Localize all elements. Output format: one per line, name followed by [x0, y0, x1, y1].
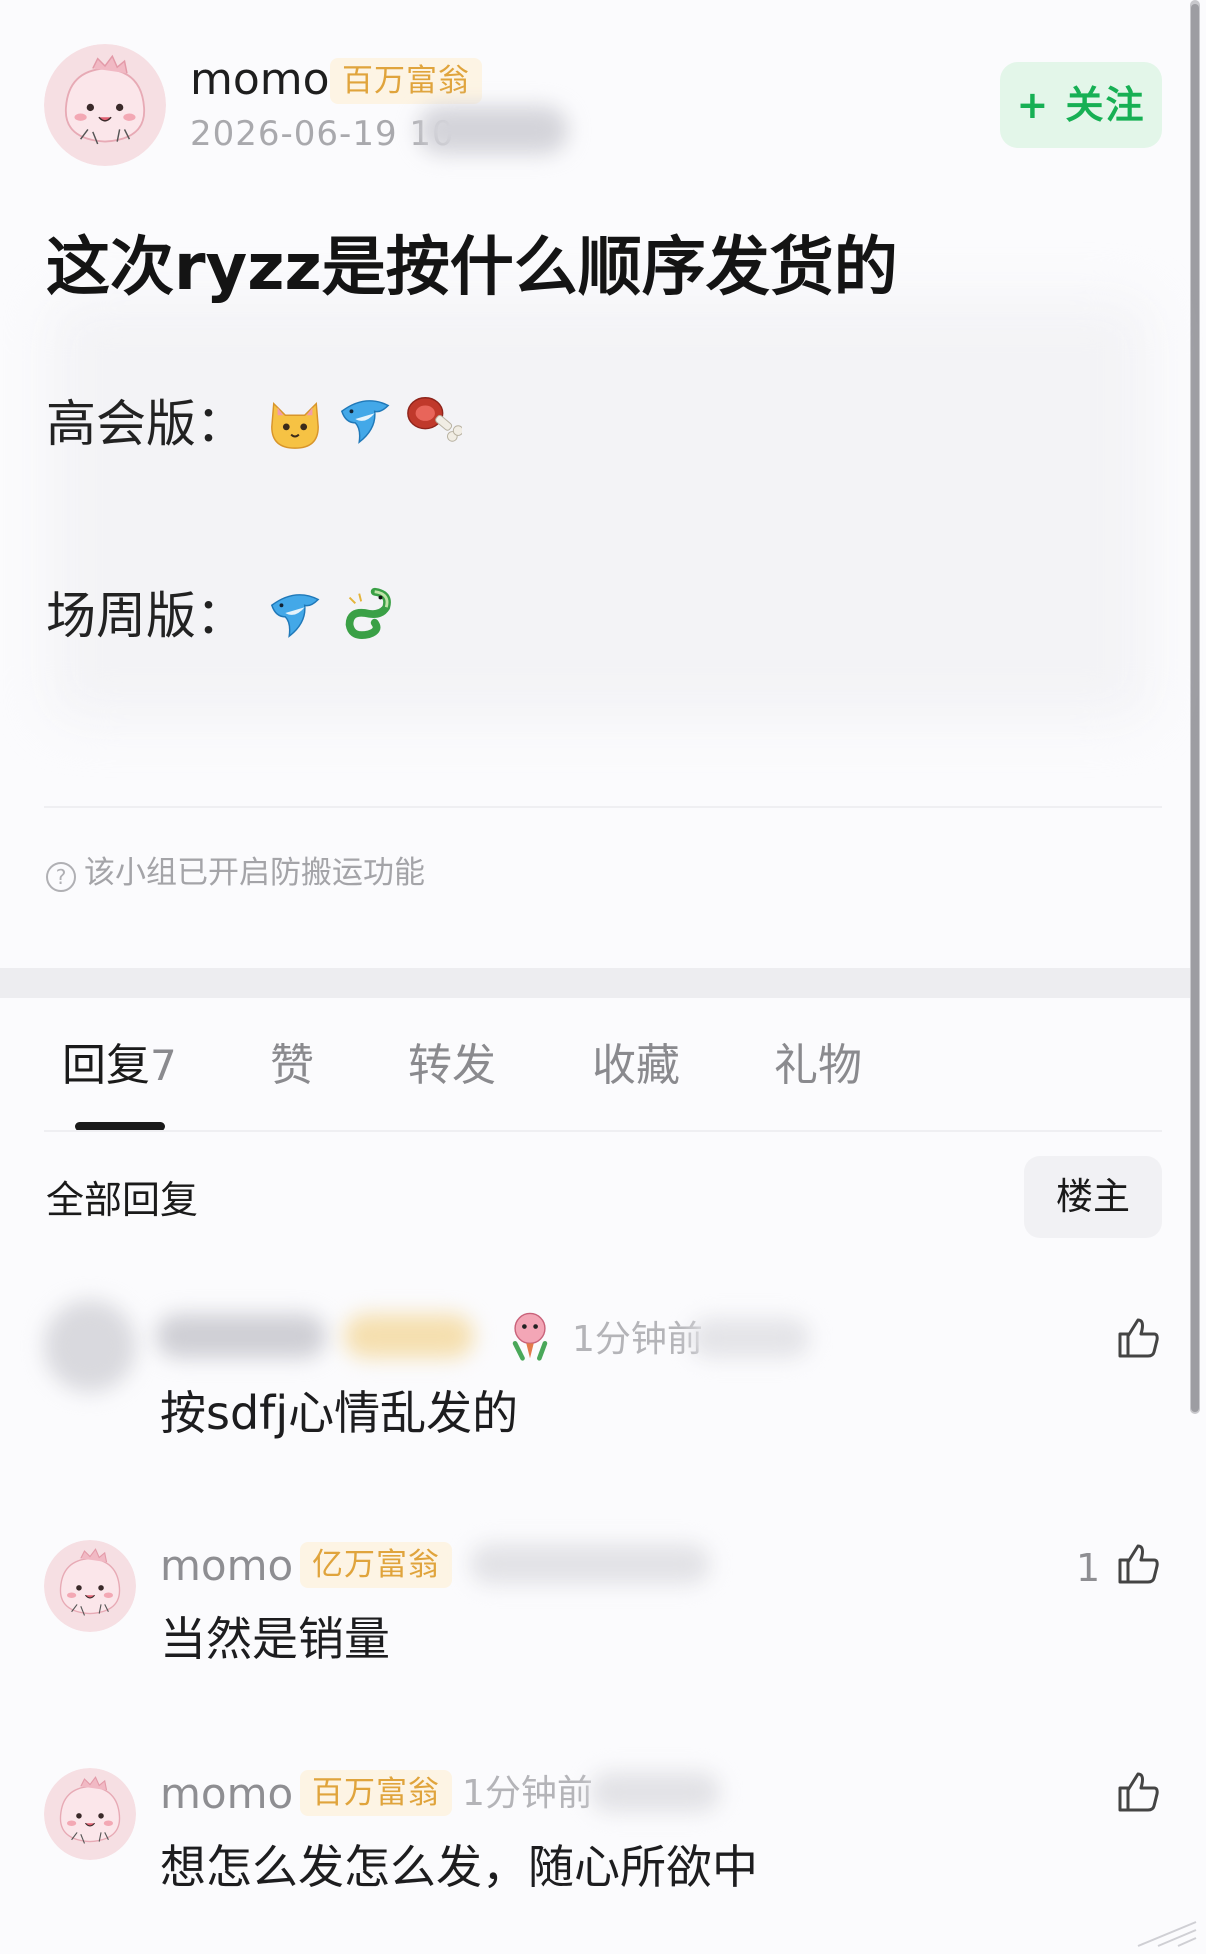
blurred-region [470, 1544, 710, 1584]
comment-time: 1分钟前 [572, 1319, 703, 1360]
all-replies-heading: 全部回复 [46, 1178, 199, 1222]
tab-replies[interactable]: 回复7 [62, 1036, 177, 1096]
anti-repost-notice: 该小组已开启防搬运功能 [84, 855, 425, 891]
help-circle-icon[interactable]: ? [46, 862, 76, 892]
wealth-badge: 百万富翁 [330, 58, 482, 104]
comment-text: 当然是销量 [160, 1612, 390, 1666]
pink-creature-avatar-icon [44, 1540, 136, 1632]
scrollbar-thumb[interactable] [1191, 4, 1199, 1412]
post-line-label: 高会版： [46, 395, 246, 453]
wealth-badge: 百万富翁 [300, 1770, 452, 1816]
tab-likes[interactable]: 赞 [270, 1036, 314, 1096]
post-time: 2026-06-19 10 [190, 114, 455, 154]
op-only-filter-button[interactable]: 楼主 [1024, 1156, 1162, 1238]
post-line-label: 场周版： [46, 587, 246, 645]
comment-time: 1分钟前 [462, 1773, 593, 1814]
cat-face-icon [271, 402, 319, 449]
tab-gifts[interactable]: 礼物 [774, 1036, 862, 1096]
section-separator [0, 968, 1190, 998]
post-title: 这次ryzz是按什么顺序发货的 [46, 231, 898, 305]
comment-author[interactable]: momo [160, 1766, 293, 1822]
tabs-divider [44, 1130, 1162, 1132]
tab-reposts[interactable]: 转发 [408, 1036, 496, 1096]
tab-replies-count: 7 [150, 1041, 177, 1090]
meat-on-bone-icon [407, 397, 462, 442]
pink-creature-avatar-icon [44, 1768, 136, 1860]
follow-button[interactable]: + 关注 [1000, 62, 1162, 148]
tab-replies-label: 回复 [62, 1040, 150, 1091]
commenter-avatar[interactable] [44, 1540, 136, 1632]
pink-creature-avatar-icon [44, 44, 166, 166]
thumbs-up-icon[interactable] [1114, 1768, 1162, 1816]
blurred-region [690, 1318, 810, 1358]
comment-text: 按sdfj心情乱发的 [160, 1386, 519, 1440]
thumbs-up-icon[interactable] [1114, 1540, 1162, 1588]
comment-author[interactable]: momo [160, 1538, 293, 1594]
blurred-badge [344, 1314, 474, 1358]
blurred-region [418, 106, 568, 154]
content-divider [44, 806, 1162, 808]
author-avatar[interactable] [44, 44, 166, 166]
blurred-avatar[interactable] [44, 1300, 136, 1392]
commenter-avatar[interactable] [44, 1768, 136, 1860]
tab-favorites[interactable]: 收藏 [592, 1036, 680, 1096]
thumbs-up-icon[interactable] [1114, 1314, 1162, 1362]
wealth-badge: 亿万富翁 [300, 1542, 452, 1588]
comment-text: 想怎么发怎么发，随心所欲中 [160, 1840, 758, 1894]
blurred-author-name [156, 1314, 326, 1358]
flower-sticker-icon [512, 1312, 548, 1361]
resize-corner-icon [1137, 1921, 1197, 1947]
like-count: 1 [1076, 1546, 1101, 1590]
dolphin-icon [340, 400, 390, 444]
author-name[interactable]: momo [190, 52, 330, 108]
blurred-watermark [50, 300, 1150, 720]
dolphin-icon [270, 594, 320, 638]
blurred-region [590, 1772, 720, 1812]
dragon-icon [345, 587, 391, 639]
